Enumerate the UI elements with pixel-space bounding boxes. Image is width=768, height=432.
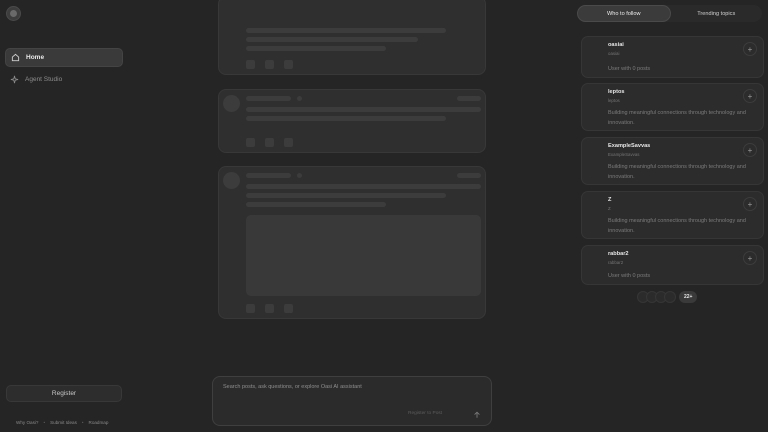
tab-who-to-follow[interactable]: Who to follow bbox=[577, 5, 671, 22]
skeleton-line bbox=[246, 37, 418, 42]
suggestion-bio: Building meaningful connections through … bbox=[608, 110, 746, 126]
skeleton-line bbox=[457, 173, 481, 178]
suggestion-bio: Building meaningful connections through … bbox=[608, 218, 746, 234]
follow-plus-icon[interactable]: + bbox=[743, 143, 757, 157]
suggestion-handle: Z bbox=[608, 206, 611, 211]
right-panel-tabs: Who to follow Trending topics bbox=[577, 5, 762, 22]
skeleton-action bbox=[246, 138, 255, 147]
composer[interactable]: Search posts, ask questions, or explore … bbox=[212, 376, 492, 426]
footer-separator: • bbox=[43, 420, 46, 425]
skeleton-line bbox=[246, 116, 446, 121]
skeleton-action bbox=[284, 304, 293, 313]
post-skeleton bbox=[218, 166, 486, 319]
register-button[interactable]: Register bbox=[6, 385, 122, 402]
more-count-badge[interactable]: 22+ bbox=[679, 291, 698, 303]
suggestion-name: rabbar2 bbox=[608, 251, 629, 257]
suggestion-handle: ExampleSavvas bbox=[608, 152, 640, 157]
skeleton-action bbox=[284, 60, 293, 69]
skeleton-media bbox=[246, 215, 481, 296]
composer-input[interactable]: Search posts, ask questions, or explore … bbox=[223, 384, 362, 390]
suggestion-name: Z bbox=[608, 197, 612, 203]
skeleton-line bbox=[246, 193, 446, 198]
post-skeleton bbox=[218, 89, 486, 153]
follow-plus-icon[interactable]: + bbox=[743, 89, 757, 103]
suggestion-name: leptos bbox=[608, 89, 625, 95]
footer-link-why-oasi[interactable]: Why Oasi? bbox=[16, 420, 38, 425]
suggestion-handle: leptos bbox=[608, 98, 620, 103]
footer-link-roadmap[interactable]: Roadmap bbox=[89, 420, 109, 425]
skeleton-action bbox=[265, 60, 274, 69]
sparkle-icon bbox=[9, 75, 19, 85]
follow-suggestion-card[interactable]: oasiai oasiai User with 0 posts + bbox=[581, 36, 764, 78]
sidebar-item-agent-studio[interactable]: Agent Studio bbox=[5, 70, 123, 89]
follow-plus-icon[interactable]: + bbox=[743, 197, 757, 211]
suggestion-name: oasiai bbox=[608, 42, 624, 48]
skeleton-line bbox=[246, 96, 291, 101]
skeleton-dot bbox=[297, 96, 302, 101]
suggestion-bio: Building meaningful connections through … bbox=[608, 164, 746, 180]
skeleton-dot bbox=[297, 173, 302, 178]
more-suggestions[interactable]: 22+ bbox=[637, 291, 698, 303]
avatar bbox=[664, 291, 676, 303]
home-icon bbox=[10, 53, 20, 63]
tab-trending-topics[interactable]: Trending topics bbox=[671, 5, 763, 22]
skeleton-line bbox=[246, 173, 291, 178]
skeleton-line bbox=[246, 202, 386, 207]
skeleton-action bbox=[246, 60, 255, 69]
sidebar-item-label: Agent Studio bbox=[25, 76, 63, 83]
suggestion-handle: rabbar2 bbox=[608, 260, 624, 265]
register-to-post-button[interactable]: Register to Post bbox=[408, 411, 442, 416]
follow-plus-icon[interactable]: + bbox=[743, 251, 757, 265]
app-logo[interactable] bbox=[6, 6, 21, 21]
skeleton-avatar bbox=[223, 95, 240, 112]
sidebar-item-label: Home bbox=[26, 54, 45, 61]
follow-suggestion-card[interactable]: ExampleSavvas ExampleSavvas Building mea… bbox=[581, 137, 764, 185]
sidebar-item-home[interactable]: Home bbox=[5, 48, 123, 67]
suggestion-bio: User with 0 posts bbox=[608, 66, 651, 72]
suggestion-bio: User with 0 posts bbox=[608, 273, 651, 279]
skeleton-action bbox=[284, 138, 293, 147]
follow-plus-icon[interactable]: + bbox=[743, 42, 757, 56]
footer-separator: • bbox=[81, 420, 84, 425]
skeleton-action bbox=[265, 304, 274, 313]
arrow-up-icon[interactable] bbox=[472, 410, 482, 420]
follow-suggestion-card[interactable]: rabbar2 rabbar2 User with 0 posts + bbox=[581, 245, 764, 285]
suggestion-handle: oasiai bbox=[608, 51, 620, 56]
follow-suggestion-card[interactable]: Z Z Building meaningful connections thro… bbox=[581, 191, 764, 239]
footer-links: Why Oasi? • Submit Ideas • Roadmap bbox=[16, 420, 108, 425]
skeleton-line bbox=[246, 46, 386, 51]
skeleton-line bbox=[457, 96, 481, 101]
skeleton-action bbox=[246, 304, 255, 313]
post-skeleton bbox=[218, 0, 486, 75]
follow-suggestion-card[interactable]: leptos leptos Building meaningful connec… bbox=[581, 83, 764, 131]
suggestion-name: ExampleSavvas bbox=[608, 143, 651, 149]
skeleton-line bbox=[246, 184, 481, 189]
skeleton-action bbox=[265, 138, 274, 147]
skeleton-line bbox=[246, 28, 446, 33]
footer-link-submit-ideas[interactable]: Submit Ideas bbox=[50, 420, 77, 425]
skeleton-avatar bbox=[223, 172, 240, 189]
skeleton-line bbox=[246, 107, 481, 112]
